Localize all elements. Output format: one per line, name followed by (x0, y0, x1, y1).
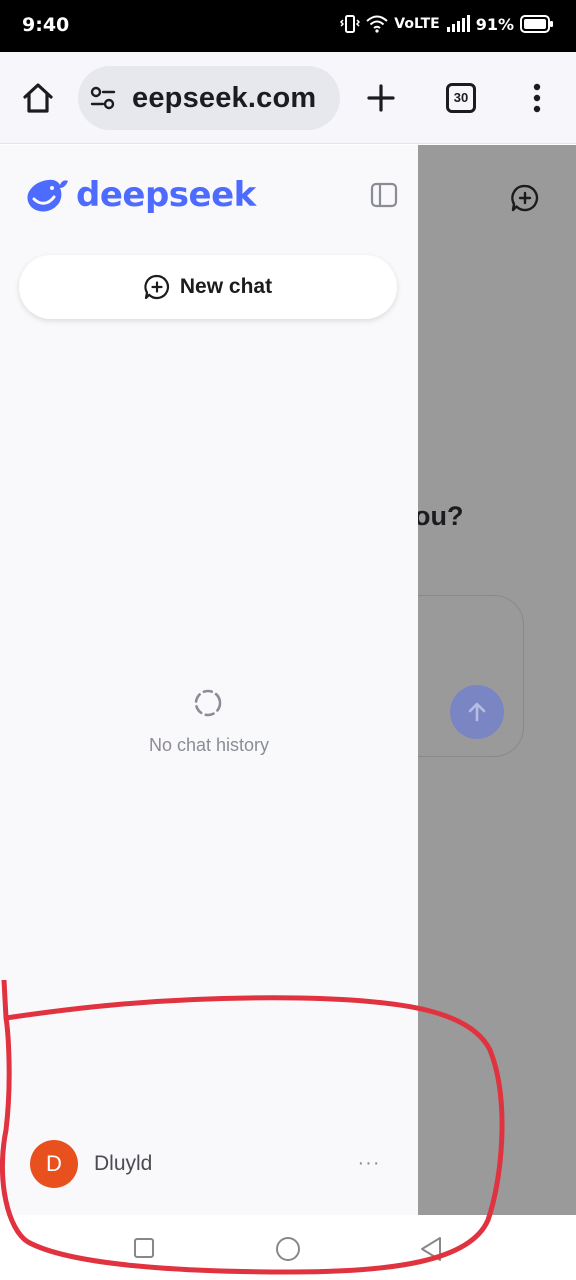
more-options-icon[interactable]: ··· (356, 1152, 382, 1176)
new-tab-icon[interactable] (366, 83, 396, 113)
recents-icon[interactable] (133, 1237, 155, 1259)
sidebar-toggle-icon[interactable] (370, 181, 398, 209)
back-icon[interactable] (419, 1235, 443, 1263)
avatar[interactable]: D (30, 1140, 78, 1188)
home-icon[interactable] (20, 80, 56, 116)
user-profile-row[interactable]: D Dluyld ··· (30, 1140, 390, 1188)
tabs-button[interactable]: 30 (446, 83, 476, 113)
welcome-prompt: ou? (418, 501, 464, 531)
url-text: eepseek.com (132, 82, 317, 114)
arrow-up-icon (468, 702, 486, 722)
deepseek-logo[interactable]: deepseek (24, 175, 256, 215)
site-settings-icon[interactable] (90, 85, 116, 111)
wifi-icon (366, 15, 388, 33)
new-chat-label: New chat (179, 275, 273, 298)
battery-percent: 91% (475, 14, 514, 34)
status-bar: 9:40 VoLTE 91% (0, 0, 576, 52)
vibrate-icon (340, 15, 361, 33)
signal-icon (446, 15, 470, 32)
new-chat-icon (144, 274, 169, 300)
whale-logo-icon (27, 179, 69, 212)
background-page-overlay[interactable]: ou? (418, 145, 576, 1215)
new-chat-button[interactable]: New chat (19, 255, 397, 319)
more-menu-icon[interactable] (524, 82, 550, 114)
address-bar[interactable]: eepseek.com (78, 66, 340, 130)
user-name: Dluyld (94, 1152, 153, 1175)
network-label: VoLTE (394, 16, 440, 32)
nav-home-icon[interactable] (275, 1236, 301, 1262)
browser-toolbar: eepseek.com 30 (0, 52, 576, 144)
status-time: 9:40 (22, 14, 70, 36)
system-nav-bar (0, 1215, 576, 1280)
new-chat-icon (511, 184, 539, 212)
empty-history-label: No chat history (148, 735, 270, 755)
brand-name: deepseek (76, 175, 256, 215)
status-icons: VoLTE 91% (340, 14, 554, 34)
battery-icon (520, 15, 553, 33)
sidebar: deepseek New chat No chat history D Dluy… (0, 145, 418, 1215)
send-button (450, 685, 504, 739)
loading-spinner-icon (194, 689, 222, 717)
